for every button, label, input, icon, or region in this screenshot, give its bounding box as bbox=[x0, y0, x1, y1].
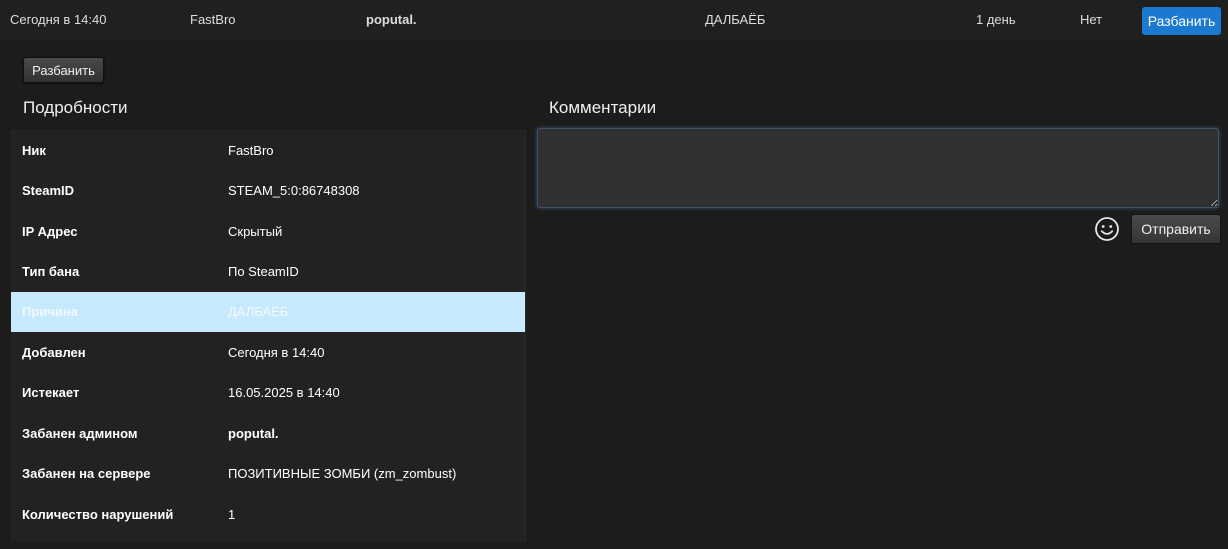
table-row: IP Адрес Скрытый bbox=[11, 211, 525, 251]
detail-value: 1 bbox=[228, 507, 236, 522]
detail-key: Добавлен bbox=[22, 345, 86, 360]
comments-title: Комментарии bbox=[549, 98, 657, 117]
ban-reason: ДАЛБАЁБ bbox=[705, 12, 766, 27]
table-row: Количество нарушений 1 bbox=[11, 494, 525, 534]
detail-value: poputal. bbox=[228, 426, 279, 441]
details-title: Подробности bbox=[23, 98, 128, 117]
table-row: Добавлен Сегодня в 14:40 bbox=[11, 332, 525, 372]
ban-nick: FastBro bbox=[190, 12, 236, 27]
detail-key: Количество нарушений bbox=[22, 507, 174, 522]
detail-value: 16.05.2025 в 14:40 bbox=[228, 385, 340, 400]
table-row: Тип бана По SteamID bbox=[11, 251, 525, 291]
table-row: SteamID STEAM_5:0:86748308 bbox=[11, 170, 525, 210]
table-row: Истекает 16.05.2025 в 14:40 bbox=[11, 372, 525, 412]
detail-key: Тип бана bbox=[22, 264, 80, 279]
ban-date: Сегодня в 14:40 bbox=[10, 12, 107, 27]
ban-duration: 1 день bbox=[976, 12, 1016, 27]
unban-button[interactable]: Разбанить bbox=[23, 57, 104, 83]
detail-value: ДАЛБАЁБ bbox=[228, 304, 289, 319]
comment-input[interactable] bbox=[537, 128, 1219, 208]
detail-value: STEAM_5:0:86748308 bbox=[228, 183, 360, 198]
detail-value: FastBro bbox=[228, 143, 274, 158]
details-table: Ник FastBro SteamID STEAM_5:0:86748308 I… bbox=[11, 130, 526, 542]
detail-key: Ник bbox=[22, 143, 46, 158]
detail-value: По SteamID bbox=[228, 264, 299, 279]
detail-value: Скрытый bbox=[228, 224, 283, 239]
table-row: Ник FastBro bbox=[11, 130, 525, 170]
ban-status: Нет bbox=[1080, 12, 1103, 27]
detail-key: IP Адрес bbox=[22, 224, 78, 239]
detail-key: Забанен на сервере bbox=[22, 466, 151, 481]
table-row: Забанен админом poputal. bbox=[11, 413, 525, 453]
detail-key: Истекает bbox=[22, 385, 80, 400]
unban-button-primary[interactable]: Разбанить bbox=[1142, 7, 1221, 35]
detail-key: SteamID bbox=[22, 183, 75, 198]
send-comment-button[interactable]: Отправить bbox=[1131, 214, 1221, 244]
ban-admin: poputal. bbox=[366, 12, 417, 27]
detail-value: ПОЗИТИВНЫЕ ЗОМБИ (zm_zombust) bbox=[228, 466, 457, 481]
smiley-icon[interactable] bbox=[1094, 216, 1120, 242]
table-row: Забанен на сервере ПОЗИТИВНЫЕ ЗОМБИ (zm_… bbox=[11, 453, 525, 493]
detail-key: Причина bbox=[22, 304, 78, 319]
ban-row: Сегодня в 14:40 FastBro poputal. ДАЛБАЁБ… bbox=[0, 0, 1228, 40]
detail-value: Сегодня в 14:40 bbox=[228, 345, 325, 360]
detail-key: Забанен админом bbox=[22, 426, 138, 441]
table-row-highlighted: Причина ДАЛБАЁБ bbox=[11, 292, 525, 332]
